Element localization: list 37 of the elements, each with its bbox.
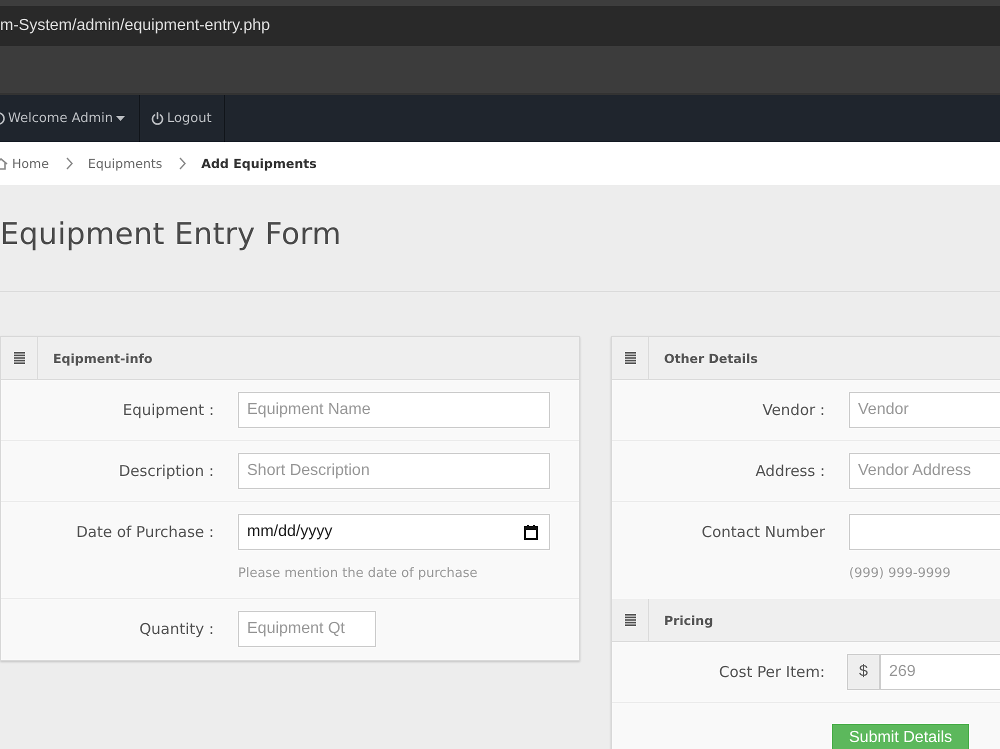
address-text[interactable]: m-System/admin/equipment-entry.php (0, 17, 270, 35)
price-field[interactable]: 269 (880, 654, 1000, 690)
panel-title: Eqipment-info (53, 350, 152, 366)
menu-icon (624, 614, 636, 626)
field-label: Vendor : (762, 400, 825, 421)
field-label: Description : (118, 461, 214, 482)
menu-icon (624, 352, 636, 364)
menu-icon (14, 352, 24, 364)
input-field[interactable]: Short Description (238, 453, 550, 489)
calendar-icon[interactable] (524, 524, 538, 540)
date-field[interactable]: mm/dd/yyyy (238, 514, 550, 550)
number-field[interactable]: Equipment Qt (238, 611, 376, 647)
input-field[interactable]: Equipment Name (238, 392, 550, 428)
help-text: Please mention the date of purchase (238, 565, 478, 583)
field-label: Equipment : (122, 400, 214, 421)
page-title: Equipment Entry Form (0, 216, 342, 252)
home-icon (0, 158, 8, 170)
input-field[interactable]: Vendor (849, 392, 1000, 428)
chevron-icon (179, 157, 186, 170)
currency-addon: $ (847, 654, 880, 690)
user-icon (0, 112, 5, 125)
power-icon (151, 112, 164, 125)
field-label: Cost Per Item: (719, 662, 825, 683)
input-field[interactable]: Vendor Address (849, 453, 1000, 489)
current-page-text: Add Equipments (201, 156, 317, 171)
field-label: Date of Purchase : (76, 522, 214, 543)
field-label: Contact Number (702, 522, 825, 543)
help-text: (999) 999-9999 (849, 565, 951, 583)
panel-title: Pricing (664, 612, 714, 628)
panel-title: Other Details (664, 350, 758, 366)
chevron-icon (66, 157, 73, 170)
field-label: Quantity : (139, 619, 214, 640)
input-field[interactable] (849, 514, 1000, 550)
breadcrumb-link[interactable]: Equipments (88, 156, 162, 171)
field-label: Address : (755, 461, 825, 482)
breadcrumb-link[interactable]: Home (0, 156, 49, 171)
caret-icon (116, 116, 126, 121)
